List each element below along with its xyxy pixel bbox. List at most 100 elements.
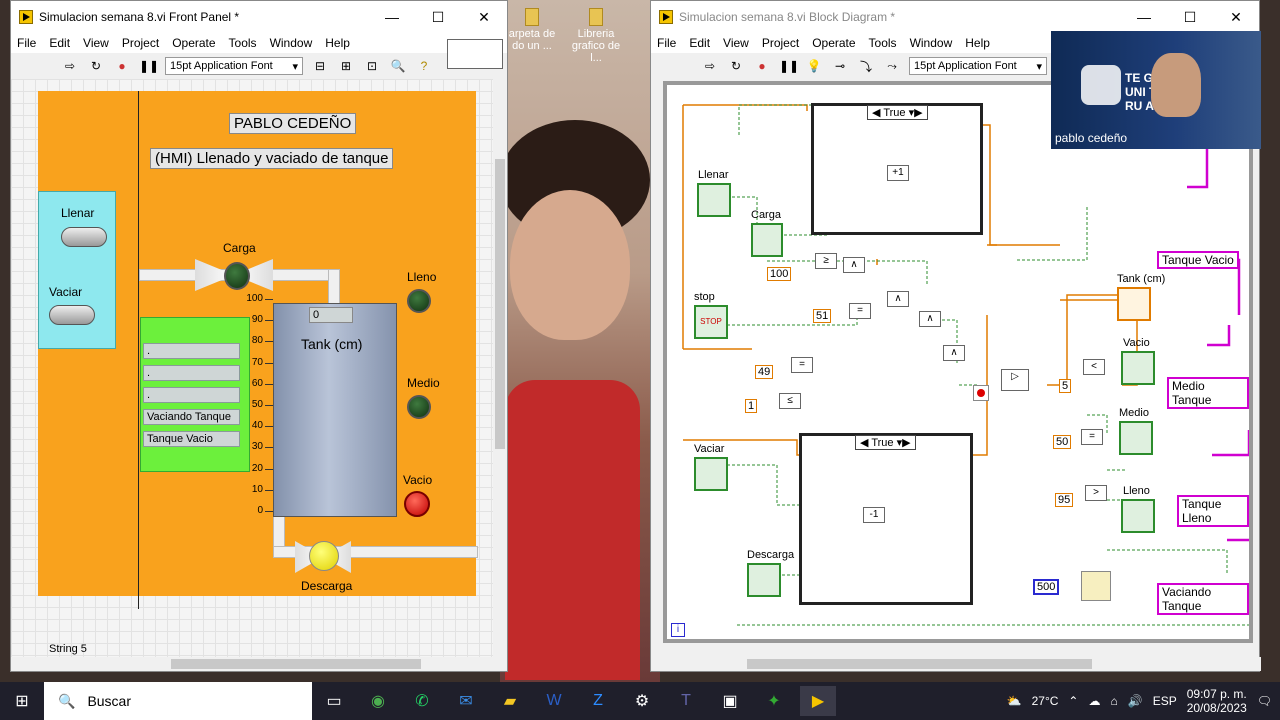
run-arrow-icon[interactable]: ⇨ [701,59,719,73]
eq-node-3[interactable]: = [1081,429,1103,445]
connector-pane-icon[interactable] [447,39,503,69]
select-node[interactable]: ▷ [1001,369,1029,391]
menu-view[interactable]: View [723,36,749,50]
close-icon[interactable]: ✕ [1213,9,1259,26]
llenar-button[interactable] [61,227,107,247]
search-icon[interactable]: 🔍 [389,59,407,73]
vacio-terminal[interactable] [1121,351,1155,385]
eq-node[interactable]: = [849,303,871,319]
weather-temp[interactable]: 27°C [1032,694,1059,708]
const-50[interactable]: 50 [1053,435,1072,449]
desktop-file-icon[interactable]: Libreria grafico de l... [566,8,626,64]
chrome-icon[interactable]: ◉ [360,686,396,716]
settings-icon[interactable]: ⚙ [624,686,660,716]
font-select[interactable]: 15pt Application Font ▾ [165,57,303,75]
maximize-icon[interactable]: ☐ [415,9,461,26]
run-arrow-icon[interactable]: ⇨ [61,59,79,73]
menu-tools[interactable]: Tools [869,36,897,50]
horizontal-scrollbar[interactable] [651,657,1261,671]
xbox-icon[interactable]: ✦ [756,686,792,716]
onedrive-icon[interactable]: ☁ [1088,694,1100,708]
vaciar-button[interactable] [49,305,95,325]
menu-edit[interactable]: Edit [689,36,710,50]
mail-icon[interactable]: ✉ [448,686,484,716]
desktop-folder-icon[interactable]: arpeta de do un ... [502,8,562,52]
step-over-icon[interactable]: ⤳ [883,59,901,74]
teams-icon[interactable]: T [668,686,704,716]
const-500[interactable]: 500 [1033,579,1060,595]
notification-icon[interactable]: 🗨 [1257,694,1272,708]
menu-help[interactable]: Help [965,36,990,50]
horizontal-scrollbar[interactable] [11,657,493,671]
str-medio-tanque[interactable]: Medio Tanque [1167,377,1249,409]
windows-start-icon[interactable]: ⊞ [4,686,40,716]
stop-condition-icon[interactable] [973,385,989,401]
run-continuous-icon[interactable]: ↻ [87,59,105,73]
and-node-4[interactable]: ∧ [943,345,965,361]
language-indicator[interactable]: ESP [1153,694,1177,708]
and-node-3[interactable]: ∧ [919,311,941,327]
str-tanque-lleno[interactable]: Tanque Lleno [1177,495,1249,527]
align-icon[interactable]: ⊟ [311,59,329,73]
menu-window[interactable]: Window [270,36,313,50]
clock[interactable]: 09:07 p. m. 20/08/2023 [1187,687,1247,715]
whatsapp-icon[interactable]: ✆ [404,686,440,716]
stop-terminal[interactable]: STOP [694,305,728,339]
menu-project[interactable]: Project [122,36,159,50]
highlight-execution-icon[interactable]: 💡 [805,59,823,73]
help-icon[interactable]: ? [415,59,433,73]
const-95[interactable]: 95 [1055,493,1074,507]
menu-project[interactable]: Project [762,36,799,50]
abort-icon[interactable]: ● [753,59,771,73]
case-structure-descarga[interactable] [799,433,973,605]
chevron-up-icon[interactable]: ⌃ [1068,694,1078,708]
decrement-node[interactable]: -1 [863,507,885,523]
tank-terminal[interactable] [1117,287,1151,321]
maximize-icon[interactable]: ☐ [1167,9,1213,26]
menu-window[interactable]: Window [910,36,953,50]
and-node[interactable]: ∧ [843,257,865,273]
const-49[interactable]: 49 [755,365,774,379]
weather-icon[interactable]: ⛅ [1007,694,1022,708]
search-box[interactable]: 🔍 Buscar [44,682,312,720]
network-icon[interactable]: ⌂ [1110,694,1117,708]
resize-icon[interactable]: ⊡ [363,59,381,73]
file-explorer-icon[interactable]: ▰ [492,686,528,716]
step-into-icon[interactable]: ⤵ [857,58,875,75]
labview-taskbar-icon[interactable]: ▶ [800,686,836,716]
menu-operate[interactable]: Operate [172,36,215,50]
app-icon[interactable]: ▣ [712,686,748,716]
vertical-scrollbar[interactable] [493,79,507,657]
case-selector-true-2[interactable]: ◀ True ▾▶ [855,435,916,450]
menu-operate[interactable]: Operate [812,36,855,50]
pause-icon[interactable]: ❚❚ [139,59,159,73]
and-node-2[interactable]: ∧ [887,291,909,307]
const-1[interactable]: 1 [745,399,758,413]
medio-terminal[interactable] [1119,421,1153,455]
str-tanque-vacio[interactable]: Tanque Vacio [1157,251,1239,269]
carga-terminal[interactable] [751,223,783,257]
font-select[interactable]: 15pt Application Font ▾ [909,57,1047,75]
const-100[interactable]: 100 [767,267,792,281]
minimize-icon[interactable]: — [369,9,415,26]
lt-node[interactable]: < [1083,359,1105,375]
abort-icon[interactable]: ● [113,59,131,73]
block-diagram-titlebar[interactable]: Simulacion semana 8.vi Block Diagram * —… [651,1,1259,33]
word-icon[interactable]: W [536,686,572,716]
menu-help[interactable]: Help [325,36,350,50]
gt-node[interactable]: > [1085,485,1107,501]
le-node[interactable]: ≤ [779,393,801,409]
volume-icon[interactable]: 🔊 [1128,694,1143,708]
llenar-terminal[interactable] [697,183,731,217]
menu-file[interactable]: File [17,36,36,50]
vaciar-terminal[interactable] [694,457,728,491]
front-panel-titlebar[interactable]: Simulacion semana 8.vi Front Panel * — ☐… [11,1,507,33]
lleno-terminal[interactable] [1121,499,1155,533]
pause-icon[interactable]: ❚❚ [779,59,799,73]
descarga-terminal[interactable] [747,563,781,597]
eq-node-2[interactable]: = [791,357,813,373]
str-vaciando-tanque[interactable]: Vaciando Tanque [1157,583,1249,615]
menu-edit[interactable]: Edit [49,36,70,50]
retain-wire-icon[interactable]: ⊸ [831,59,849,73]
wait-ms-icon[interactable] [1081,571,1111,601]
